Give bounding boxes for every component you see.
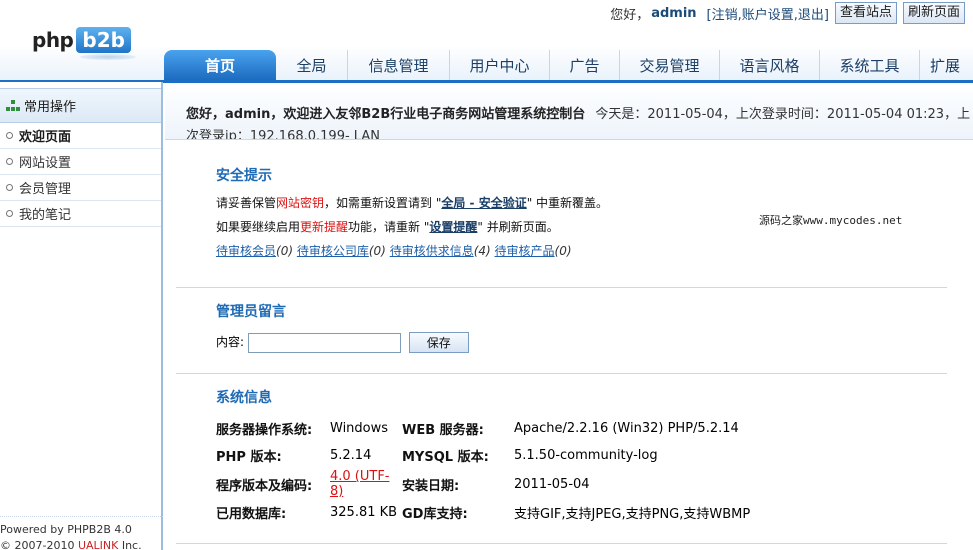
sidebar-item-members[interactable]: 会员管理 bbox=[0, 175, 161, 201]
tree-icon bbox=[6, 99, 20, 112]
set-reminder-link[interactable]: 设置提醒 bbox=[429, 220, 477, 234]
tab-language-style[interactable]: 语言风格 bbox=[720, 50, 820, 80]
circle-bullet-icon bbox=[6, 132, 13, 139]
sidebar-item-label: 欢迎页面 bbox=[19, 130, 72, 145]
message-form: 内容: 保存 bbox=[216, 330, 947, 354]
tab-global[interactable]: 全局 bbox=[276, 50, 348, 80]
sidebar-item-label: 会员管理 bbox=[19, 182, 72, 197]
greeting-text: 您好， bbox=[610, 7, 650, 23]
update-reminder-text: 更新提醒 bbox=[300, 220, 349, 234]
circle-bullet-icon bbox=[6, 158, 13, 165]
save-button[interactable]: 保存 bbox=[408, 332, 469, 353]
pending-review-links: 待审核会员(0) 待审核公司库(0) 待审核供求信息(4) 待审核产品(0) bbox=[216, 244, 572, 258]
sidebar-item-notes[interactable]: 我的笔记 bbox=[0, 201, 161, 227]
circle-bullet-icon bbox=[6, 184, 13, 191]
sidebar-title: 常用操作 bbox=[24, 100, 77, 115]
sidebar-item-label: 我的笔记 bbox=[19, 208, 72, 223]
ualink-link[interactable]: UALINK bbox=[78, 539, 118, 550]
admin-message-section: 管理员留言 内容: 保存 bbox=[176, 302, 947, 374]
message-input[interactable] bbox=[247, 332, 401, 353]
admin-message-title: 管理员留言 bbox=[216, 304, 286, 320]
sidebar-item-welcome[interactable]: 欢迎页面 bbox=[0, 123, 161, 149]
header: php b2b 您好， admin [注销,账户设置,退出] 查看站点 刷新页面… bbox=[0, 0, 973, 83]
refresh-page-button[interactable]: 刷新页面 bbox=[902, 2, 965, 24]
global-security-link[interactable]: 全局 - 安全验证 bbox=[441, 196, 526, 210]
table-row: PHP 版本: 5.2.14 MYSQL 版本: 5.1.50-communit… bbox=[216, 448, 658, 465]
tab-ads[interactable]: 广告 bbox=[550, 50, 620, 80]
copyright: © 2007-2010 UALINK Inc. bbox=[0, 539, 142, 550]
table-row: 已用数据库: 325.81 KB GD库支持: 支持GIF,支持JPEG,支持P… bbox=[216, 505, 751, 522]
logo-php-text: php bbox=[32, 28, 74, 52]
welcome-username: admin bbox=[225, 107, 271, 122]
table-row: 程序版本及编码: 4.0 (UTF-8) 安装日期: 2011-05-04 bbox=[216, 469, 590, 499]
sidebar-item-site-settings[interactable]: 网站设置 bbox=[0, 149, 161, 175]
powered-by: Powered by PHPB2B 4.0 bbox=[0, 523, 132, 536]
tab-trade-management[interactable]: 交易管理 bbox=[620, 50, 720, 80]
user-bar: 您好， admin [注销,账户设置,退出] 查看站点 刷新页面 bbox=[610, 2, 965, 24]
tab-extensions[interactable]: 扩展 bbox=[920, 50, 973, 80]
watermark-text: 源码之家www.mycodes.net bbox=[759, 214, 903, 227]
table-row: 服务器操作系统: Windows WEB 服务器: Apache/2.2.16 … bbox=[216, 421, 739, 438]
security-title: 安全提示 bbox=[216, 168, 272, 184]
circle-bullet-icon bbox=[6, 210, 13, 217]
account-links[interactable]: [注销,账户设置,退出] bbox=[707, 4, 829, 23]
tab-user-center[interactable]: 用户中心 bbox=[450, 50, 550, 80]
pending-trade-info-link[interactable]: 待审核供求信息 bbox=[390, 244, 474, 258]
sidebar: 常用操作 欢迎页面 网站设置 会员管理 我的笔记 Powered by PHPB… bbox=[0, 82, 163, 550]
system-info-section: 系统信息 服务器操作系统: Windows WEB 服务器: Apache/2.… bbox=[176, 388, 947, 544]
version-link[interactable]: 4.0 (UTF-8) bbox=[330, 469, 402, 499]
tab-info-management[interactable]: 信息管理 bbox=[348, 50, 450, 80]
main-content: 您好，admin，欢迎进入友邻B2B行业电子商务网站管理系统控制台 今天是：20… bbox=[165, 82, 973, 550]
system-info-title: 系统信息 bbox=[216, 390, 272, 406]
main-nav: 首页 全局 信息管理 用户中心 广告 交易管理 语言风格 系统工具 扩展 bbox=[0, 50, 973, 83]
sidebar-header: 常用操作 bbox=[0, 88, 161, 123]
username: admin bbox=[651, 5, 697, 21]
site-key-text: 网站密钥 bbox=[276, 196, 325, 210]
sidebar-item-label: 网站设置 bbox=[19, 156, 72, 171]
tab-system-tools[interactable]: 系统工具 bbox=[820, 50, 920, 80]
sidebar-footer: Powered by PHPB2B 4.0 © 2007-2010 UALINK… bbox=[0, 516, 163, 550]
system-info-table: 服务器操作系统: Windows WEB 服务器: Apache/2.2.16 … bbox=[216, 415, 750, 526]
welcome-bar: 您好，admin，欢迎进入友邻B2B行业电子商务网站管理系统控制台 今天是：20… bbox=[165, 92, 973, 140]
pending-companies-link[interactable]: 待审核公司库 bbox=[297, 244, 369, 258]
content-label: 内容: bbox=[216, 335, 245, 349]
view-site-button[interactable]: 查看站点 bbox=[834, 2, 897, 24]
tab-home[interactable]: 首页 bbox=[164, 50, 276, 80]
pending-products-link[interactable]: 待审核产品 bbox=[495, 244, 555, 258]
pending-members-link[interactable]: 待审核会员 bbox=[216, 244, 276, 258]
